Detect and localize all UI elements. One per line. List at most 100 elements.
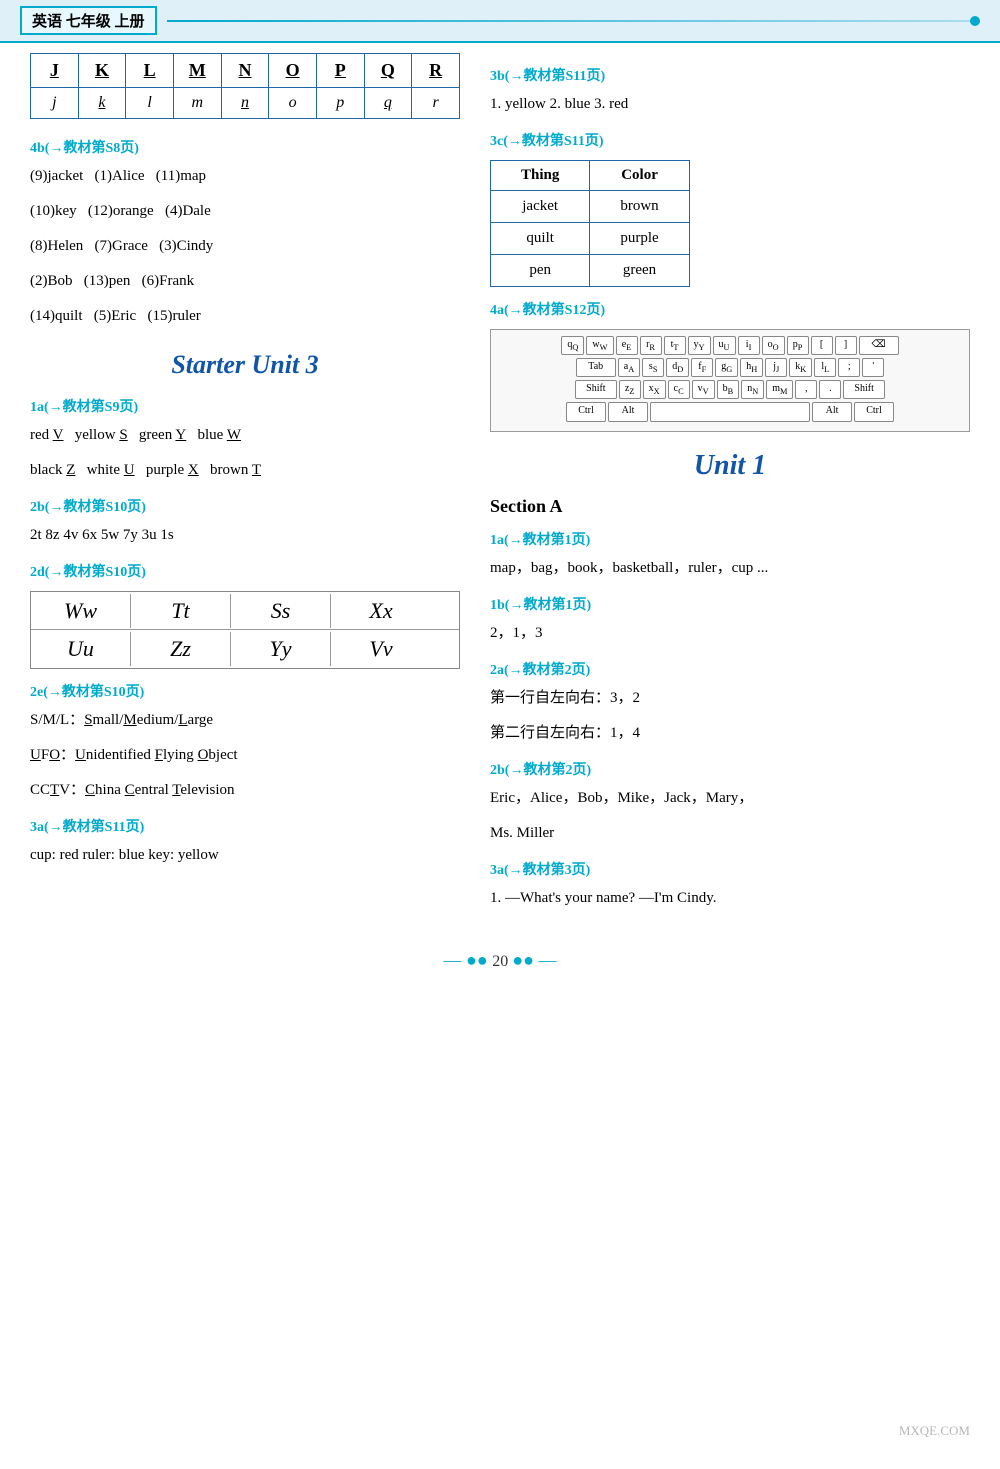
col-thing: Thing	[491, 161, 590, 191]
unit1-2a-line1: 第一行自左向右：3，2	[490, 685, 970, 712]
kb-bracket2: ]	[835, 336, 857, 355]
starter-unit3-title: Starter Unit 3	[30, 350, 460, 380]
unit1-3a-line: 1. —What's your name? —I'm Cindy.	[490, 885, 970, 912]
4b-line4: (2)Bob (13)pen (6)Frank	[30, 268, 460, 295]
section-3b-ref: 3b(→教材第S11页)	[490, 65, 970, 85]
thing-pen: pen	[491, 255, 590, 287]
section-2e-ref: 2e(→教材第S10页)	[30, 681, 460, 701]
color-green: green	[590, 255, 689, 287]
thing-jacket: jacket	[491, 191, 590, 223]
lowercase-row: j k l m n o p q r	[31, 88, 460, 119]
page-title: 英语 七年级 上册	[20, 6, 157, 35]
handwriting-area: Ww Tt Ss Xx Uu Zz Yy Vv	[30, 591, 460, 669]
kb-xX: xX	[643, 380, 666, 399]
unit1-3a-ref: 3a(→教材第3页)	[490, 859, 970, 879]
4b-line3: (8)Helen (7)Grace (3)Cindy	[30, 233, 460, 260]
kb-row-2: Tab aA sS dD fF gG hH jJ kK lL ; '	[497, 358, 963, 377]
keyboard-area: qQ wW eE rR tT yY uU iI oO pP [ ] ⌫ Tab …	[490, 329, 970, 432]
section-4a-ref: 4a(→教材第S12页)	[490, 299, 970, 319]
kb-alt-r: Alt	[812, 402, 852, 422]
kb-lL: lL	[814, 358, 836, 377]
hw-row-2: Uu Zz Yy Vv	[31, 630, 459, 668]
kb-kK: kK	[789, 358, 812, 377]
color-row-quilt: quilt purple	[491, 223, 690, 255]
letter-R: R	[412, 54, 460, 88]
hw-Zz: Zz	[131, 632, 231, 666]
kb-uU: uU	[713, 336, 736, 355]
kb-semicolon: ;	[838, 358, 860, 377]
letter-o: o	[269, 88, 317, 119]
kb-quote: '	[862, 358, 884, 377]
unit1-2b-line1: Eric，Alice，Bob，Mike，Jack，Mary，	[490, 785, 970, 812]
letter-p: p	[316, 88, 364, 119]
page-header: 英语 七年级 上册	[0, 0, 1000, 43]
kb-iI: iI	[738, 336, 760, 355]
hw-Yy: Yy	[231, 632, 331, 666]
header-line	[167, 20, 980, 22]
kb-vV: vV	[692, 380, 715, 399]
kb-period: .	[819, 380, 841, 399]
section-a-title: Section A	[490, 496, 970, 517]
letter-J: J	[31, 54, 79, 88]
kb-alt: Alt	[608, 402, 648, 422]
kb-backspace: ⌫	[859, 336, 899, 355]
kb-fF: fF	[691, 358, 713, 377]
unit1-title: Unit 1	[490, 450, 970, 482]
uppercase-row: J K L M N O P Q R	[31, 54, 460, 88]
kb-zZ: zZ	[619, 380, 641, 399]
2e-line2: UFO：Unidentified Flying Object	[30, 742, 460, 769]
kb-qQ: qQ	[561, 336, 584, 355]
letter-N: N	[221, 54, 269, 88]
alphabet-table: J K L M N O P Q R j k l m n o p q r	[30, 53, 460, 119]
kb-cC: cC	[668, 380, 690, 399]
4b-line5: (14)quilt (5)Eric (15)ruler	[30, 303, 460, 330]
kb-row-1: qQ wW eE rR tT yY uU iI oO pP [ ] ⌫	[497, 336, 963, 355]
unit1-2a-line2: 第二行自左向右：1，4	[490, 720, 970, 747]
kb-ctrl: Ctrl	[566, 402, 606, 422]
right-column: 3b(→教材第S11页) 1. yellow 2. blue 3. red 3c…	[490, 53, 970, 920]
2e-line1: S/M/L：Small/Medium/Large	[30, 707, 460, 734]
kb-tT: tT	[664, 336, 686, 355]
kb-shift: Shift	[575, 380, 616, 399]
kb-shift-r: Shift	[843, 380, 884, 399]
watermark: MXQE.COM	[899, 1423, 970, 1439]
hw-row-1: Ww Tt Ss Xx	[31, 592, 459, 630]
kb-eE: eE	[616, 336, 638, 355]
letter-M: M	[173, 54, 221, 88]
page-number-area: — ●● 20 ●● —	[0, 950, 1000, 971]
color-purple: purple	[590, 223, 689, 255]
4b-line1: (9)jacket (1)Alice (11)map	[30, 163, 460, 190]
hw-Ww: Ww	[31, 594, 131, 628]
unit1-1a-ref: 1a(→教材第1页)	[490, 529, 970, 549]
letter-Q: Q	[364, 54, 412, 88]
kb-dD: dD	[666, 358, 689, 377]
col-color: Color	[590, 161, 689, 191]
kb-row-3: Shift zZ xX cC vV bB nN mM , . Shift	[497, 380, 963, 399]
section-2b-ref: 2b(→教材第S10页)	[30, 496, 460, 516]
left-column: J K L M N O P Q R j k l m n o p q r	[30, 53, 460, 920]
letter-k: k	[78, 88, 126, 119]
3a-line-left: cup: red ruler: blue key: yellow	[30, 842, 460, 869]
kb-mM: mM	[766, 380, 793, 399]
header-circle	[970, 16, 980, 26]
kb-yY: yY	[688, 336, 711, 355]
kb-gG: gG	[715, 358, 738, 377]
4b-line2: (10)key (12)orange (4)Dale	[30, 198, 460, 225]
section-4b-ref: 4b(→教材第S8页)	[30, 137, 460, 157]
thing-quilt: quilt	[491, 223, 590, 255]
dots-left: — ●●	[444, 950, 493, 970]
1a-line1: red V yellow S green Y blue W	[30, 422, 460, 449]
unit1-2b-line2: Ms. Miller	[490, 820, 970, 847]
kb-jJ: jJ	[765, 358, 787, 377]
kb-row-4: Ctrl Alt Alt Ctrl	[497, 402, 963, 422]
letter-r: r	[412, 88, 460, 119]
hw-Ss: Ss	[231, 594, 331, 628]
kb-rR: rR	[640, 336, 662, 355]
letter-K: K	[78, 54, 126, 88]
kb-space	[650, 402, 810, 422]
letter-n: n	[221, 88, 269, 119]
kb-wW: wW	[586, 336, 613, 355]
hw-Tt: Tt	[131, 594, 231, 628]
letter-L: L	[126, 54, 174, 88]
section-1a-ref: 1a(→教材第S9页)	[30, 396, 460, 416]
